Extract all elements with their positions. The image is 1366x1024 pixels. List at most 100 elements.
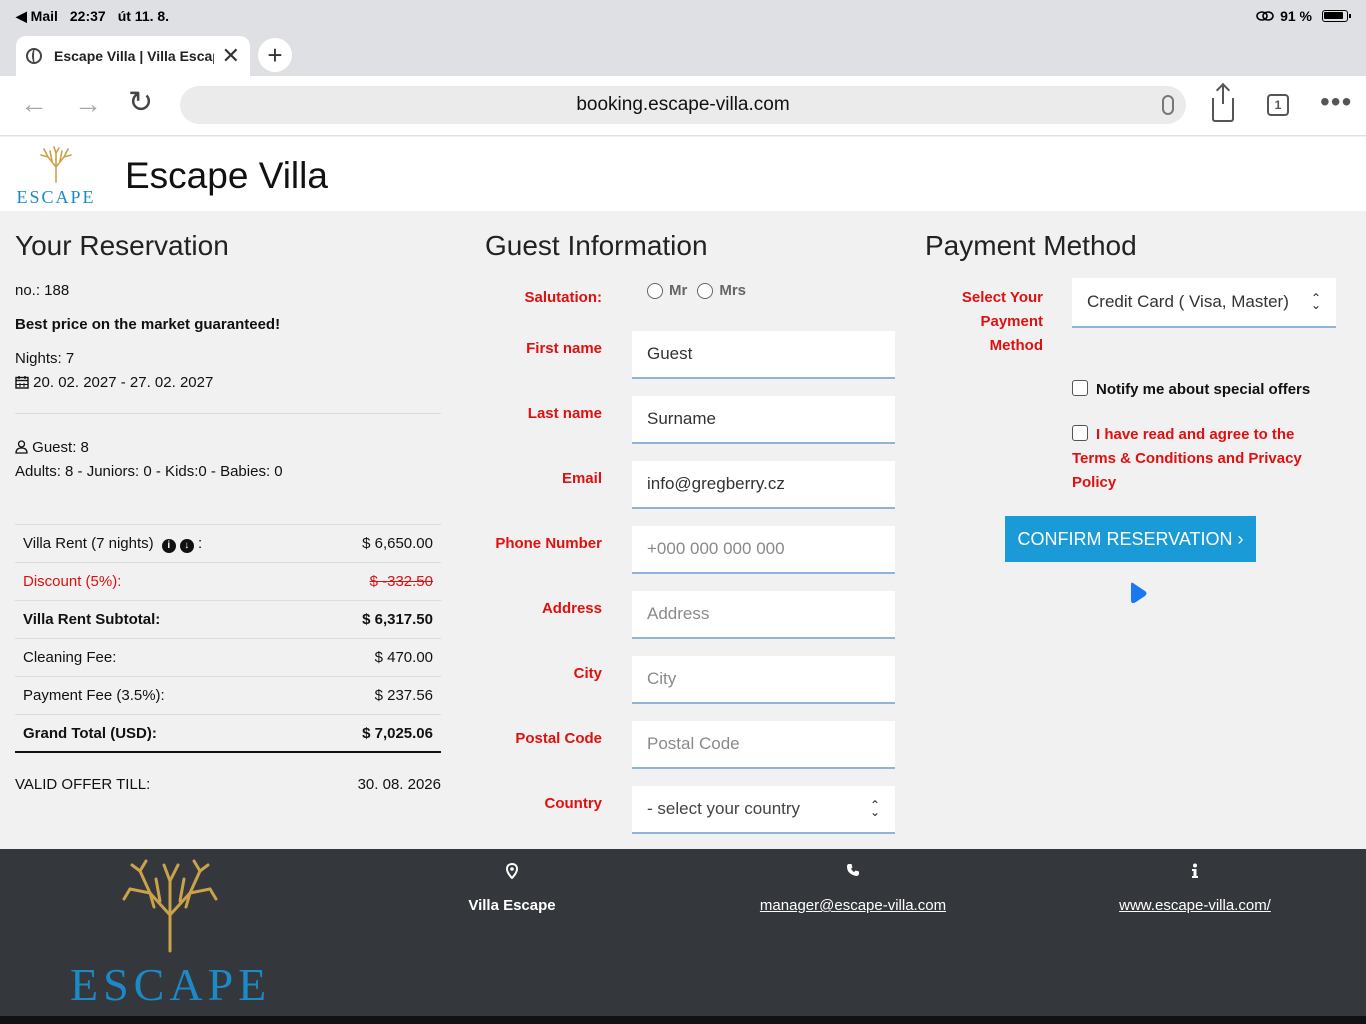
- price-row-label-wrap: Villa Rent (7 nights) i ↓ :: [23, 534, 203, 553]
- share-icon[interactable]: [1212, 86, 1234, 122]
- valid-offer-label: VALID OFFER TILL:: [15, 776, 151, 793]
- price-row-value: $ 237.56: [374, 687, 433, 704]
- more-options-icon[interactable]: •••: [1320, 88, 1352, 116]
- battery-percent: 91 %: [1280, 8, 1312, 24]
- price-row-discount: Discount (5%): $ -332.50: [15, 563, 441, 601]
- price-breakdown-table: Villa Rent (7 nights) i ↓ : $ 6,650.00 Di…: [15, 524, 441, 753]
- price-row-grand-total: Grand Total (USD): $ 7,025.06: [15, 715, 441, 753]
- site-brand-name: Escape Villa: [125, 155, 328, 196]
- phone-input[interactable]: [632, 526, 895, 574]
- browser-tab[interactable]: Escape Villa | Villa Escape ✕: [16, 36, 250, 76]
- footer-email: manager@escape-villa.com: [753, 863, 953, 914]
- map-pin-icon: [506, 863, 518, 879]
- footer-email-link[interactable]: manager@escape-villa.com: [753, 897, 953, 914]
- status-bar: ◀ Mail 22:37 út 11. 8. 91 %: [0, 0, 1366, 32]
- footer-location: Villa Escape: [462, 863, 562, 914]
- price-guarantee: Best price on the market guaranteed!: [15, 316, 281, 333]
- price-row-subtotal: Villa Rent Subtotal: $ 6,317.50: [15, 601, 441, 639]
- logo-wordmark: ESCAPE: [16, 187, 96, 207]
- address-label: Address: [541, 600, 602, 617]
- price-row-payment-fee: Payment Fee (3.5%): $ 237.56: [15, 677, 441, 715]
- new-tab-button[interactable]: +: [258, 38, 292, 72]
- reload-icon[interactable]: ↻: [128, 88, 153, 118]
- site-header: ESCAPE Escape Villa: [0, 137, 1366, 211]
- price-row-label: Villa Rent Subtotal:: [23, 611, 161, 628]
- country-select-value: - select your country: [647, 799, 801, 818]
- notify-offers-checkbox[interactable]: [1072, 380, 1088, 396]
- first-name-label: First name: [526, 340, 602, 357]
- globe-icon: [26, 48, 42, 64]
- email-label: Email: [561, 470, 602, 487]
- footer-bottom-bar: [0, 1016, 1366, 1024]
- address-input[interactable]: [632, 591, 895, 639]
- country-select[interactable]: - select your country ⌃ ⌄: [632, 786, 895, 834]
- calendar-icon: [15, 376, 29, 389]
- first-name-input[interactable]: [632, 331, 895, 379]
- status-date: út 11. 8.: [117, 8, 170, 24]
- address-bar[interactable]: booking.escape-villa.com: [180, 86, 1186, 124]
- payment-method-select[interactable]: Credit Card ( Visa, Master) ⌃ ⌄: [1072, 278, 1336, 328]
- close-tab-icon[interactable]: ✕: [222, 45, 240, 67]
- link-icon: [1256, 11, 1274, 21]
- price-row-label: Payment Fee (3.5%):: [23, 687, 165, 704]
- footer-website-link[interactable]: www.escape-villa.com/: [1105, 897, 1285, 914]
- browser-toolbar: ← → ↻ booking.escape-villa.com 1 •••: [0, 76, 1366, 136]
- notify-offers-row: Notify me about special offers: [1072, 378, 1332, 402]
- download-icon[interactable]: ↓: [179, 538, 194, 553]
- salutation-label: Salutation:: [524, 289, 603, 306]
- country-label: Country: [544, 795, 603, 812]
- salutation-radio-group: Mr Mrs: [647, 282, 746, 299]
- reservation-title: Your Reservation: [15, 230, 229, 261]
- salutation-mr-radio[interactable]: Mr: [647, 282, 687, 299]
- site-logo[interactable]: ESCAPE: [14, 145, 98, 207]
- footer-logo[interactable]: ESCAPE: [70, 859, 270, 1008]
- radio-circle[interactable]: [697, 282, 714, 299]
- nights-count: Nights: 7: [15, 350, 75, 367]
- postal-code-input[interactable]: [632, 721, 895, 769]
- price-row-label: Grand Total (USD):: [23, 724, 157, 742]
- battery-icon: [1322, 10, 1351, 22]
- terms-checkbox[interactable]: [1072, 425, 1088, 441]
- price-row-value: $ 470.00: [374, 649, 433, 666]
- price-row-value: $ -332.50: [369, 573, 433, 590]
- status-time: 22:37: [69, 8, 106, 24]
- forward-arrow-icon[interactable]: →: [74, 90, 102, 118]
- email-input[interactable]: [632, 461, 895, 509]
- coral-logo-icon: [122, 859, 218, 953]
- confirm-reservation-button[interactable]: CONFIRM RESERVATION ›: [1005, 516, 1256, 562]
- price-row-villa-rent: Villa Rent (7 nights) i ↓ : $ 6,650.00: [15, 525, 441, 563]
- reservation-number: no.: 188: [15, 282, 70, 299]
- coral-logo-icon: [40, 146, 72, 183]
- tab-title: Escape Villa | Villa Escape: [54, 48, 214, 64]
- info-icon[interactable]: i: [161, 538, 176, 553]
- price-row-cleaning-fee: Cleaning Fee: $ 470.00: [15, 639, 441, 677]
- phone-icon: [847, 864, 859, 876]
- last-name-input[interactable]: [632, 396, 895, 444]
- stay-dates-text: 20. 02. 2027 - 27. 02. 2027: [33, 374, 214, 391]
- microphone-icon[interactable]: [1162, 95, 1174, 115]
- price-row-value: $ 6,317.50: [362, 611, 433, 628]
- terms-row: I have read and agree to the Terms & Con…: [1072, 423, 1332, 495]
- price-row-label: Villa Rent (7 nights): [23, 534, 154, 552]
- payment-select-label: Select Your Payment Method: [961, 289, 1043, 354]
- back-arrow-icon[interactable]: ←: [20, 90, 48, 118]
- radio-label: Mr: [669, 282, 688, 299]
- stay-dates: 20. 02. 2027 - 27. 02. 2027: [15, 374, 213, 391]
- tabs-overview-icon[interactable]: 1: [1267, 94, 1289, 116]
- valid-offer-row: VALID OFFER TILL: 30. 08. 2026: [15, 776, 441, 793]
- price-row-label: Discount (5%):: [23, 573, 122, 590]
- guest-info-title: Guest Information: [485, 230, 708, 261]
- payment-title: Payment Method: [925, 230, 1137, 261]
- back-to-app[interactable]: ◀ Mail: [16, 8, 58, 25]
- footer-location-text: Villa Escape: [468, 897, 556, 914]
- terms-label[interactable]: I have read and agree to the Terms & Con…: [1072, 426, 1302, 491]
- salutation-mrs-radio[interactable]: Mrs: [697, 282, 746, 299]
- guest-count-text: Guest: 8: [32, 439, 89, 456]
- chevron-updown-icon: ⌃ ⌄: [1310, 291, 1321, 312]
- city-label: City: [573, 665, 602, 682]
- divider: [15, 413, 441, 414]
- url-text: booking.escape-villa.com: [576, 94, 790, 115]
- city-input[interactable]: [632, 656, 895, 704]
- radio-circle[interactable]: [647, 282, 663, 299]
- user-icon: [15, 440, 28, 454]
